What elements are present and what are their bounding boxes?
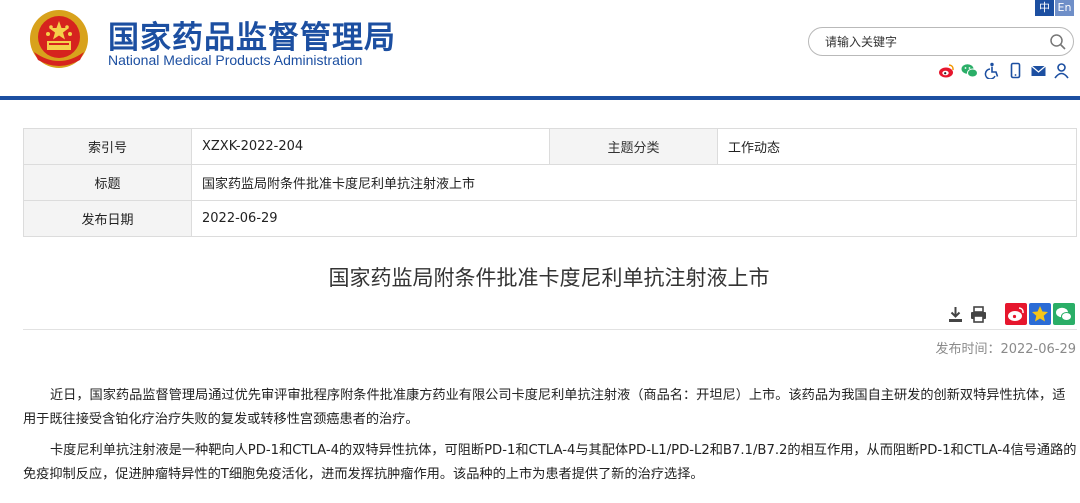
weibo-icon[interactable] [938, 62, 955, 79]
article-paragraph: 近日，国家药品监督管理局通过优先审评审批程序附条件批准康方药业有限公司卡度尼利单… [23, 388, 1066, 427]
table-row: 索引号 XZXK-2022-204 主题分类 工作动态 [23, 128, 1077, 165]
wechat-icon[interactable] [961, 62, 978, 79]
article-actions [946, 305, 988, 324]
search-icon[interactable] [1049, 33, 1067, 51]
article-paragraph: 卡度尼利单抗注射液是一种靶向人PD-1和CTLA-4的双特异性抗体，可阻断PD-… [23, 443, 1077, 482]
share-wechat-icon[interactable] [1053, 303, 1075, 325]
quick-tools [938, 62, 1070, 80]
mobile-icon[interactable] [1007, 62, 1024, 79]
article-title: 国家药监局附条件批准卡度尼利单抗注射液上市 [328, 266, 770, 290]
title-label: 标题 [23, 164, 192, 201]
index-label: 索引号 [23, 128, 192, 165]
date-value: 2022-06-29 [191, 200, 1077, 237]
article-divider [23, 329, 1077, 330]
date-label: 发布日期 [23, 200, 192, 237]
lang-zh-button[interactable]: 中 [1035, 0, 1054, 16]
print-icon[interactable] [969, 305, 988, 324]
table-row: 发布日期 2022-06-29 [23, 200, 1077, 237]
lang-en-button[interactable]: En [1055, 0, 1074, 16]
user-icon[interactable] [1053, 62, 1070, 79]
topic-label: 主题分类 [549, 128, 718, 165]
share-weibo-icon[interactable] [1005, 303, 1027, 325]
publish-time: 发布时间：2022-06-29 [935, 342, 1076, 357]
search-box [808, 27, 1074, 56]
site-header: 国家药品监督管理局 National Medical Products Admi… [0, 0, 1080, 96]
table-row: 标题 国家药监局附条件批准卡度尼利单抗注射液上市 [23, 164, 1077, 201]
national-emblem-icon [30, 10, 88, 68]
mail-icon[interactable] [1030, 62, 1047, 79]
index-value: XZXK-2022-204 [191, 128, 550, 165]
site-title-en: National Medical Products Administration [108, 52, 363, 68]
metadata-table: 索引号 XZXK-2022-204 主题分类 工作动态 标题 国家药监局附条件批… [23, 128, 1077, 237]
download-icon[interactable] [946, 305, 965, 324]
accessibility-icon[interactable] [984, 62, 1001, 80]
search-input[interactable] [825, 33, 1035, 51]
site-title-cn: 国家药品监督管理局 [108, 20, 396, 56]
header-divider [0, 96, 1080, 100]
title-value: 国家药监局附条件批准卡度尼利单抗注射液上市 [191, 164, 1077, 201]
share-bar [1005, 303, 1075, 325]
share-qzone-icon[interactable] [1029, 303, 1051, 325]
topic-value: 工作动态 [717, 128, 1077, 165]
